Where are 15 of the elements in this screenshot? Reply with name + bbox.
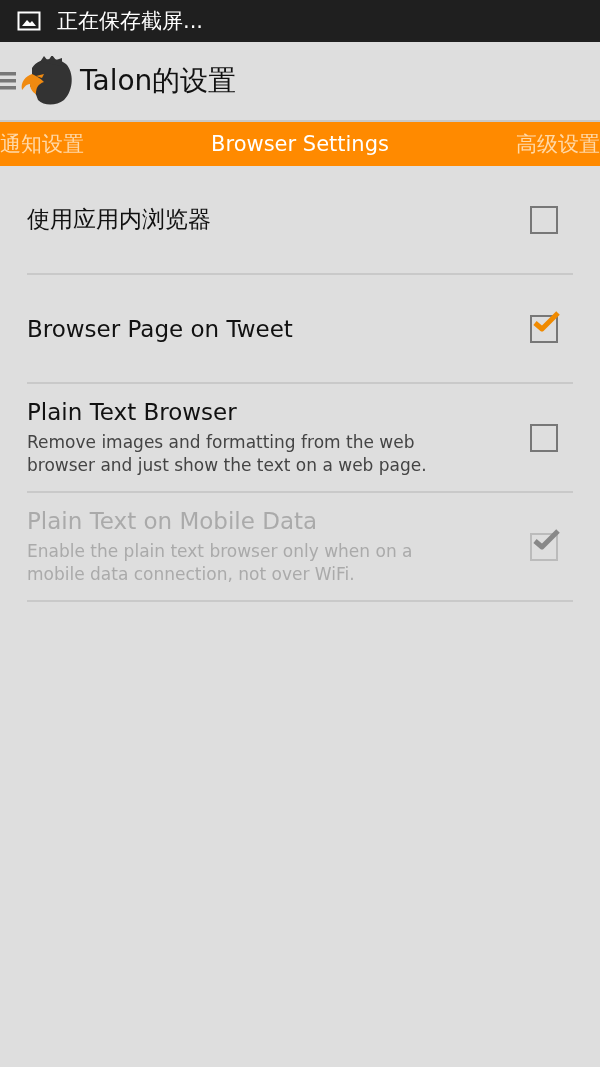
tab[interactable]: Browser Settings bbox=[211, 132, 389, 156]
checkbox[interactable] bbox=[530, 423, 558, 452]
checkbox[interactable] bbox=[530, 205, 558, 234]
app-home-button[interactable] bbox=[0, 56, 74, 106]
menu-icon bbox=[0, 70, 16, 92]
preference-title: 使用应用内浏览器 bbox=[27, 205, 212, 234]
image-icon bbox=[17, 11, 41, 31]
checkbox[interactable] bbox=[530, 314, 558, 343]
preference-title: Browser Page on Tweet bbox=[27, 315, 294, 342]
app-title: Talon的设置 bbox=[80, 63, 237, 99]
preference-title: Plain Text Browser bbox=[27, 398, 238, 425]
notification-text: 正在保存截屏... bbox=[57, 8, 204, 35]
tab[interactable]: 通知设置 bbox=[0, 130, 84, 158]
preference-summary: Remove images and formatting from the web browser and just show the text on a web page. bbox=[27, 430, 428, 477]
tab[interactable]: 高级设置 bbox=[516, 130, 600, 158]
